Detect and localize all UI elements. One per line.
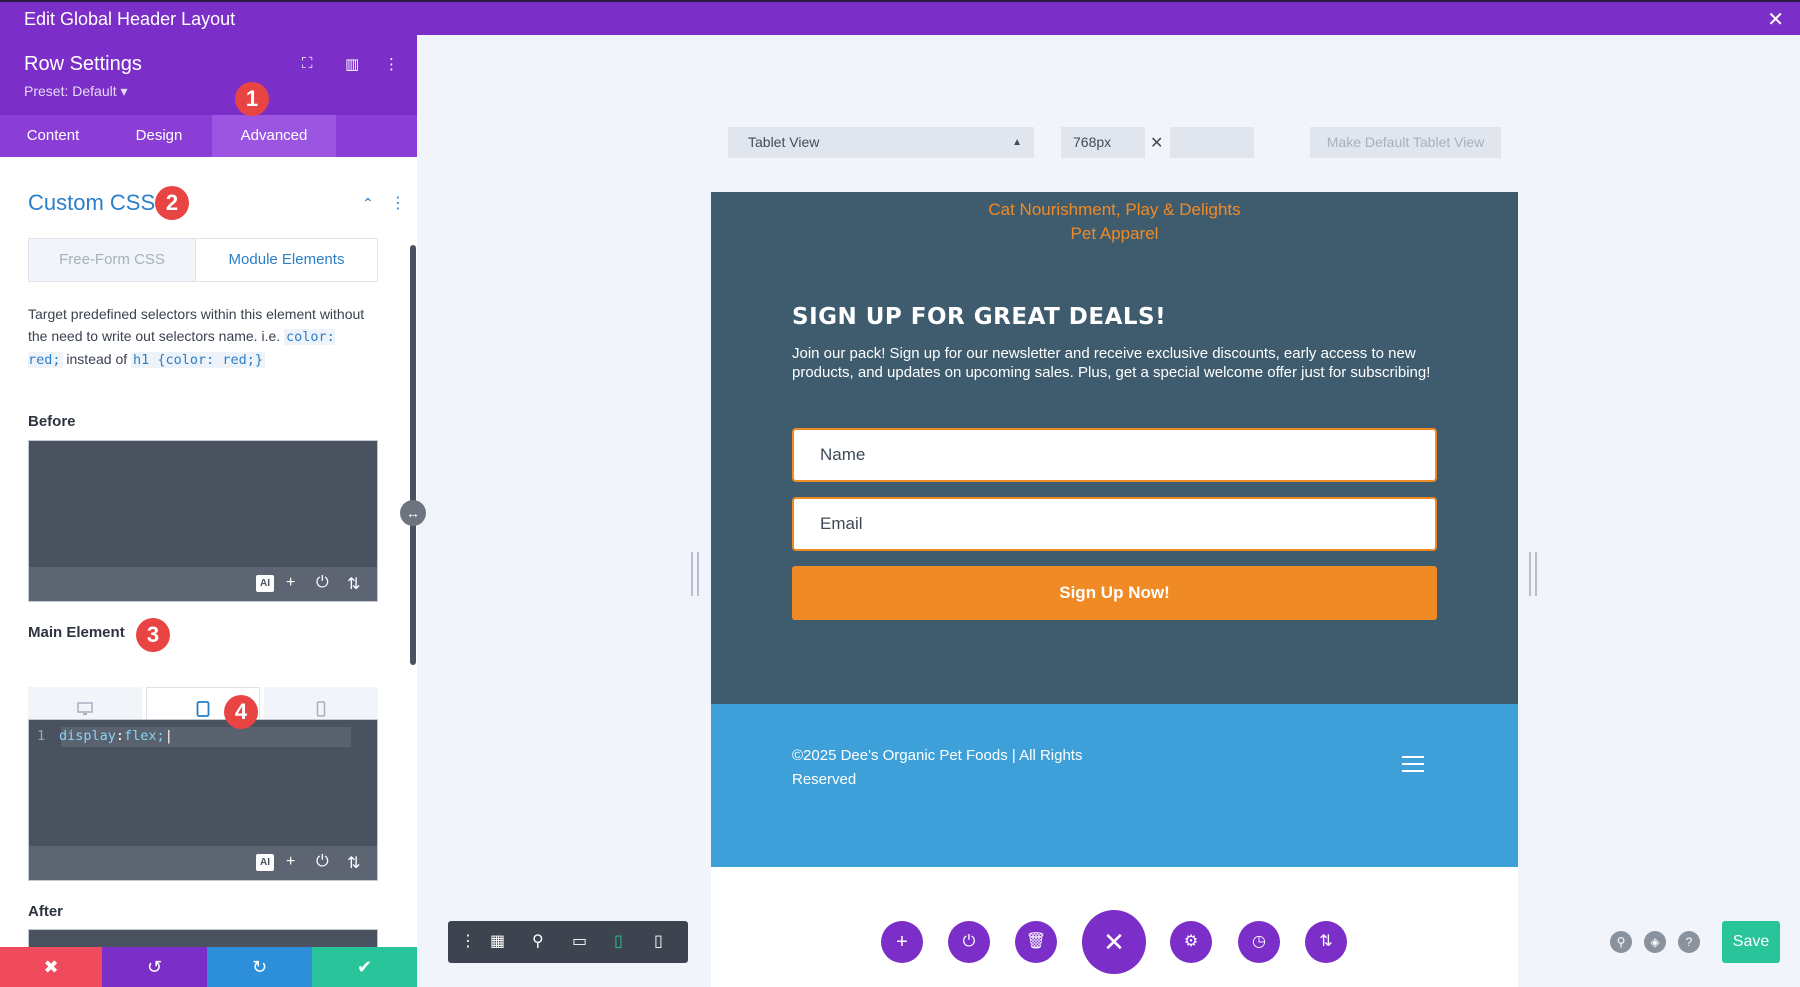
description-code-2: h1 {color: red;} <box>131 352 265 368</box>
main-element-label: Main Element <box>28 624 125 641</box>
code-line-1: 1display:flex;| <box>37 728 173 744</box>
line-number: 1 <box>37 728 59 744</box>
main-editor-toolbar: AI + ⏻ ⇅ <box>29 846 377 880</box>
tab-advanced[interactable]: Advanced <box>212 115 336 157</box>
power-icon[interactable]: ⏻ <box>316 574 329 592</box>
name-field[interactable]: Name <box>792 428 1437 482</box>
tab-content[interactable]: Content <box>0 115 106 157</box>
before-editor-toolbar: AI + ⏻ ⇅ <box>29 567 377 601</box>
undo-button[interactable]: ↺ <box>102 947 207 987</box>
title-bar: Edit Global Header Layout ✕ <box>0 0 1800 35</box>
tablet-view-icon[interactable]: ▯ <box>614 931 623 951</box>
view-select-value: Tablet View <box>748 134 819 150</box>
panel-header: Row Settings Preset: Default ▾ ⛶ ▥ ⋮ <box>0 35 417 115</box>
page-preview: Cat Nourishment, Play & Delights Pet App… <box>711 192 1518 987</box>
select-arrow-icon: ▲ <box>1012 127 1022 158</box>
css-value: flex; <box>124 728 165 744</box>
desktop-view-icon[interactable]: ▭ <box>572 931 587 951</box>
custom-css-title[interactable]: Custom CSS <box>28 190 155 216</box>
layers-icon[interactable]: ◈ <box>1644 931 1666 953</box>
section-options-icon[interactable]: ⋮ <box>390 193 406 213</box>
step-badge-4: 4 <box>224 695 258 729</box>
ai-icon[interactable]: AI <box>256 575 274 592</box>
tablet-icon <box>196 701 210 717</box>
before-label: Before <box>28 413 76 430</box>
wireframe-icon[interactable]: ▦ <box>490 931 505 951</box>
signup-section: Cat Nourishment, Play & Delights Pet App… <box>711 192 1518 704</box>
fullscreen-icon[interactable]: ⛶ <box>302 55 313 72</box>
history-icon[interactable]: ◷ <box>1238 921 1280 963</box>
power-icon[interactable]: ⏻ <box>316 853 329 871</box>
panel-action-bar: ✖ ↺ ↻ ✔ <box>0 947 417 987</box>
email-field[interactable]: Email <box>792 497 1437 551</box>
close-icon[interactable]: ✕ <box>1767 7 1784 32</box>
more-options-icon[interactable]: ⋮ <box>384 55 399 73</box>
phone-view-icon[interactable]: ▯ <box>654 931 663 951</box>
view-select[interactable]: Tablet View ▲ <box>728 127 1034 158</box>
copyright-text: ©2025 Dee's Organic Pet Foods | All Righ… <box>792 744 1112 792</box>
portability-icon[interactable]: ⏻ <box>948 921 990 963</box>
after-label: After <box>28 903 63 920</box>
redo-button[interactable]: ↻ <box>207 947 312 987</box>
view-mode-bar: ⋮ ▦ ⚲ ▭ ▯ ▯ <box>448 921 688 963</box>
left-resize-handle[interactable] <box>691 552 699 596</box>
save-button[interactable]: Save <box>1722 921 1780 963</box>
preset-dropdown[interactable]: Preset: Default ▾ <box>24 83 128 100</box>
tab-module-elements[interactable]: Module Elements <box>195 239 377 281</box>
after-editor[interactable] <box>28 929 378 949</box>
settings-gear-icon[interactable]: ⚙ <box>1170 921 1212 963</box>
add-icon[interactable]: + <box>286 853 295 871</box>
tab-free-form-css[interactable]: Free-Form CSS <box>29 239 195 281</box>
footer-section: ©2025 Dee's Organic Pet Foods | All Righ… <box>711 704 1518 867</box>
step-badge-1: 1 <box>235 82 269 116</box>
nav-link-apparel[interactable]: Pet Apparel <box>711 224 1518 244</box>
split-view-icon[interactable]: ▥ <box>345 55 359 73</box>
phone-icon <box>316 701 326 717</box>
times-icon: ✕ <box>1150 133 1163 153</box>
window-title: Edit Global Header Layout <box>24 9 235 30</box>
css-subtabs: Free-Form CSS Module Elements <box>28 238 378 282</box>
discard-button[interactable]: ✖ <box>0 947 102 987</box>
search-icon[interactable]: ⚲ <box>1610 931 1632 953</box>
description-prefix: i.e. <box>261 328 280 344</box>
settings-panel: Row Settings Preset: Default ▾ ⛶ ▥ ⋮ Con… <box>0 35 417 987</box>
css-description: Target predefined selectors within this … <box>28 303 368 371</box>
nav-link-cat[interactable]: Cat Nourishment, Play & Delights <box>711 200 1518 220</box>
css-colon: : <box>116 728 124 744</box>
more-icon[interactable]: ⋮ <box>460 931 476 951</box>
close-actions-icon[interactable]: ✕ <box>1082 910 1146 974</box>
step-badge-2: 2 <box>155 186 189 220</box>
css-property: display <box>59 728 116 744</box>
width-input[interactable]: 768px <box>1061 127 1145 158</box>
height-input[interactable] <box>1170 127 1254 158</box>
description-middle: instead of <box>66 351 127 367</box>
panel-scrollbar[interactable] <box>410 245 416 665</box>
desktop-icon <box>77 702 93 716</box>
add-icon[interactable]: + <box>286 574 295 592</box>
signup-heading: SIGN UP FOR GREAT DEALS! <box>792 304 1166 330</box>
add-module-icon[interactable]: + <box>881 921 923 963</box>
hamburger-menu-icon[interactable] <box>1402 756 1424 772</box>
collapse-icon[interactable]: ⌃ <box>362 195 374 212</box>
confirm-button[interactable]: ✔ <box>312 947 417 987</box>
panel-tabs: Content Design Advanced <box>0 115 417 157</box>
sort-modules-icon[interactable]: ⇅ <box>1305 921 1347 963</box>
ai-icon[interactable]: AI <box>256 854 274 871</box>
delete-icon[interactable]: 🗑 <box>1015 921 1057 963</box>
sort-icon[interactable]: ⇅ <box>347 574 360 594</box>
step-badge-3: 3 <box>136 618 170 652</box>
sign-up-button[interactable]: Sign Up Now! <box>792 566 1437 620</box>
main-element-editor[interactable]: 1display:flex;| AI + ⏻ ⇅ <box>28 719 378 881</box>
signup-text: Join our pack! Sign up for our newslette… <box>792 344 1442 382</box>
right-resize-handle[interactable] <box>1529 552 1537 596</box>
zoom-icon[interactable]: ⚲ <box>532 931 544 951</box>
text-cursor: | <box>165 728 173 744</box>
panel-title: Row Settings <box>24 53 142 76</box>
help-icon[interactable]: ? <box>1678 931 1700 953</box>
sort-icon[interactable]: ⇅ <box>347 853 360 873</box>
tab-design[interactable]: Design <box>106 115 212 157</box>
before-editor[interactable]: AI + ⏻ ⇅ <box>28 440 378 602</box>
resize-handle-icon[interactable]: ↔ <box>400 500 426 526</box>
make-default-button[interactable]: Make Default Tablet View <box>1310 127 1501 158</box>
